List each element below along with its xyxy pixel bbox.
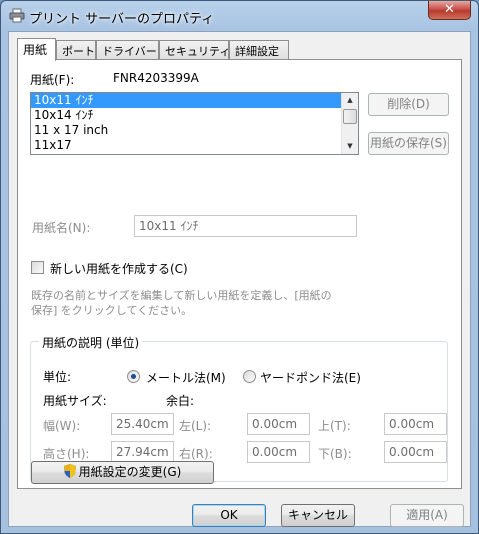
uac-shield-icon [63, 464, 76, 478]
tab-advanced[interactable]: 詳細設定 [229, 40, 289, 59]
dialog-client: 用紙 ポート ドライバー セキュリティ 詳細設定 用紙(F): FNR42033… [8, 31, 471, 527]
height-label: 高さ(H): [43, 447, 90, 461]
cancel-button[interactable]: キャンセル [281, 504, 355, 527]
forms-listbox[interactable]: 10x11 ｲﾝﾁ 10x14 ｲﾝﾁ 11 x 17 inch 11x17 ▲… [30, 92, 359, 155]
group-title: 用紙の説明 (単位) [39, 334, 143, 351]
create-new-hint-line2: 保存] をクリックしてください。 [31, 304, 193, 317]
tab-security[interactable]: セキュリティ [159, 40, 231, 59]
right-margin-label: 右(R): [179, 447, 213, 461]
margins-label: 余白: [166, 394, 195, 408]
top-margin-label: 上(T): [318, 419, 351, 433]
form-name-input[interactable]: 10x11 ｲﾝﾁ [134, 215, 357, 237]
apply-button[interactable]: 適用(A) [390, 504, 464, 527]
top-margin-input[interactable]: 0.00cm [384, 413, 447, 435]
listbox-scrollbar[interactable]: ▲ ▼ [341, 93, 358, 154]
window-title: プリント サーバーのプロパティ [29, 12, 215, 27]
tab-label: セキュリティ [165, 45, 231, 58]
metric-radio[interactable] [127, 370, 140, 383]
english-radio[interactable] [243, 370, 256, 383]
tab-drivers[interactable]: ドライバー [96, 40, 159, 59]
create-new-form-label[interactable]: 新しい用紙を作成する(C) [50, 260, 188, 277]
close-button[interactable]: ✕ [428, 1, 471, 20]
height-input[interactable]: 27.94cm [111, 441, 174, 463]
list-item[interactable]: 11x17 [31, 138, 358, 153]
create-new-hint-line1: 既存の名前とサイズを編集して新しい用紙を定義し、[用紙の [31, 289, 332, 302]
ok-button[interactable]: OK [192, 504, 266, 527]
tab-ports[interactable]: ポート [56, 40, 96, 59]
change-form-settings-button[interactable]: 用紙設定の変更(G) [31, 461, 214, 484]
save-form-button[interactable]: 用紙の保存(S) [368, 132, 449, 155]
tab-label: ドライバー [102, 45, 157, 58]
delete-form-button[interactable]: 削除(D) [368, 93, 449, 116]
tab-panel-forms: 用紙(F): FNR4203399A 10x11 ｲﾝﾁ 10x14 ｲﾝﾁ 1… [17, 59, 462, 489]
scroll-down-icon[interactable]: ▼ [342, 139, 358, 154]
left-margin-label: 左(L): [179, 419, 212, 433]
create-new-form-checkbox[interactable] [31, 261, 44, 274]
form-name-label: 用紙名(N): [32, 221, 91, 235]
width-input[interactable]: 25.40cm [111, 413, 174, 435]
bottom-margin-label: 下(B): [318, 447, 352, 461]
server-name: FNR4203399A [113, 71, 199, 85]
forms-label: 用紙(F): [30, 73, 75, 87]
scroll-up-icon[interactable]: ▲ [342, 93, 358, 108]
change-form-settings-label: 用紙設定の変更(G) [78, 465, 182, 479]
right-margin-input[interactable]: 0.00cm [247, 441, 310, 463]
tab-forms[interactable]: 用紙 [17, 38, 56, 61]
bottom-margin-input[interactable]: 0.00cm [384, 441, 447, 463]
tab-label: 用紙 [23, 43, 48, 57]
list-item[interactable]: 10x14 ｲﾝﾁ [31, 108, 358, 123]
close-icon: ✕ [444, 2, 455, 17]
paper-size-label: 用紙サイズ: [43, 394, 107, 408]
tab-label: ポート [62, 45, 95, 58]
metric-label[interactable]: メートル法(M) [146, 369, 226, 386]
dialog-window: プリント サーバーのプロパティ ✕ 用紙 ポート ドライバー セキュリティ 詳細… [0, 0, 479, 534]
width-label: 幅(W): [43, 419, 81, 433]
printer-icon [9, 8, 25, 23]
list-item[interactable]: 11 x 17 inch [31, 123, 358, 138]
scroll-thumb[interactable] [343, 109, 357, 124]
title-bar[interactable]: プリント サーバーのプロパティ ✕ [1, 1, 478, 31]
tab-label: 詳細設定 [235, 45, 279, 58]
units-label: 単位: [43, 370, 72, 384]
english-label[interactable]: ヤードポンド法(E) [260, 369, 361, 386]
left-margin-input[interactable]: 0.00cm [247, 413, 310, 435]
list-item[interactable]: 10x11 ｲﾝﾁ [31, 93, 358, 108]
